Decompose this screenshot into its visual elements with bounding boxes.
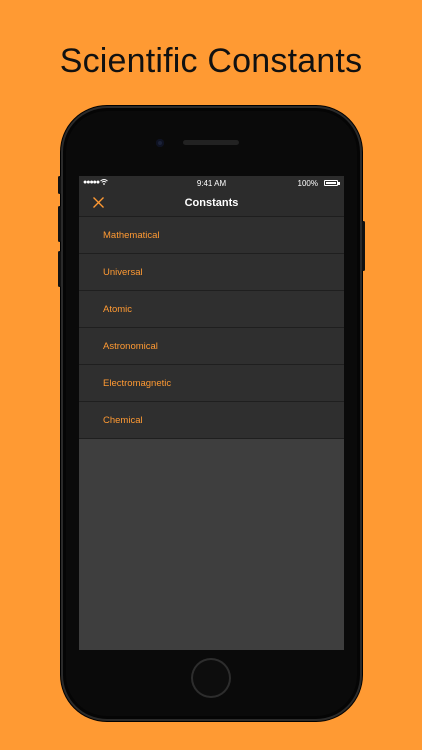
category-label: Chemical: [103, 414, 143, 426]
front-camera: [156, 139, 164, 147]
status-bar: ●●●●● 9:41 AM 100%: [79, 176, 344, 190]
category-label: Astronomical: [103, 340, 158, 352]
home-button[interactable]: [191, 658, 231, 698]
category-label: Mathematical: [103, 229, 160, 241]
category-item-universal[interactable]: Universal: [79, 254, 344, 291]
volume-down-button: [58, 251, 61, 287]
battery-icon: [324, 180, 340, 186]
category-item-chemical[interactable]: Chemical: [79, 402, 344, 439]
nav-title: Constants: [184, 197, 239, 209]
phone-frame: ●●●●● 9:41 AM 100% Constants Mathematica…: [58, 106, 365, 721]
category-item-electromagnetic[interactable]: Electromagnetic: [79, 365, 344, 402]
app-screen: ●●●●● 9:41 AM 100% Constants Mathematica…: [79, 176, 344, 650]
power-button: [362, 221, 365, 271]
category-label: Atomic: [103, 303, 133, 315]
mute-switch: [58, 176, 61, 194]
earpiece-speaker: [183, 140, 239, 145]
volume-up-button: [58, 206, 61, 242]
category-item-astronomical[interactable]: Astronomical: [79, 328, 344, 365]
category-item-mathematical[interactable]: Mathematical: [79, 217, 344, 254]
navigation-bar: Constants: [79, 190, 344, 217]
page-headline: Scientific Constants: [59, 42, 363, 80]
category-list: Mathematical Universal Atomic Astronomic…: [79, 217, 344, 439]
category-label: Electromagnetic: [103, 377, 172, 389]
category-label: Universal: [103, 266, 143, 278]
category-item-atomic[interactable]: Atomic: [79, 291, 344, 328]
battery-percentage: 100%: [297, 179, 318, 188]
